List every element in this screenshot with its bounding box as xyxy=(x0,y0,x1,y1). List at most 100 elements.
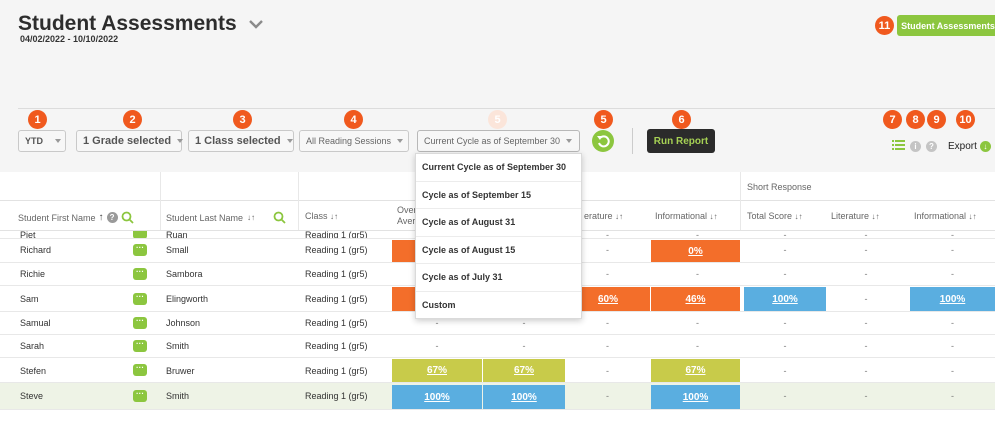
table-row[interactable]: Stefen ··· Bruwer Reading 1 (gr5) 67% 67… xyxy=(0,358,995,383)
group-header-short-response: Short Response xyxy=(747,182,812,192)
overall-score[interactable]: 100% xyxy=(392,385,482,409)
more-icon[interactable]: ··· xyxy=(133,364,147,376)
last-name: Johnson xyxy=(166,318,201,328)
caret-down-icon xyxy=(397,139,404,143)
badge-4: 4 xyxy=(344,110,363,129)
col-last-name-label: Student Last Name xyxy=(166,212,244,223)
period-dropdown-label: YTD xyxy=(25,136,43,146)
overall-value: - xyxy=(522,341,526,351)
run-report-button[interactable]: Run Report xyxy=(647,129,715,153)
grade-dropdown-label: 1 Grade selected xyxy=(83,135,172,147)
menu-item[interactable]: Cycle as of July 31 xyxy=(416,264,581,292)
last-name: Bruwer xyxy=(166,365,195,376)
info-icon[interactable]: i xyxy=(910,140,921,152)
student-assessments-button[interactable]: Student Assessments xyxy=(897,15,995,36)
more-icon[interactable]: ··· xyxy=(133,293,147,305)
caret-down-icon xyxy=(177,139,184,143)
cycle-dropdown[interactable]: Current Cycle as of September 30 xyxy=(417,130,580,152)
col-sr-informational-label: Informational xyxy=(914,211,967,221)
total-score-value: - xyxy=(783,341,787,351)
overall-value: - xyxy=(435,341,439,351)
more-icon[interactable]: ··· xyxy=(133,244,147,256)
informational-value: - xyxy=(696,318,699,328)
class-dropdown[interactable]: 1 Class selected xyxy=(188,130,294,152)
badge-6: 6 xyxy=(672,110,691,129)
reset-button[interactable] xyxy=(592,130,614,152)
date-range: 04/02/2022 - 10/10/2022 xyxy=(20,34,119,44)
last-name: Sambora xyxy=(166,269,203,279)
menu-item[interactable]: Custom xyxy=(416,292,581,320)
caret-down-icon xyxy=(55,139,61,143)
sessions-dropdown-label: All Reading Sessions xyxy=(306,136,392,146)
col-first-name[interactable]: Student First Name ↑ ? xyxy=(18,211,134,224)
col-sr-literature[interactable]: Literature ↓↑ xyxy=(831,211,880,221)
export-button[interactable]: Export ↓ xyxy=(948,140,991,152)
overall-score[interactable]: 100% xyxy=(483,385,565,409)
page-title[interactable]: Student Assessments xyxy=(18,12,264,36)
class-name: Reading 1 (gr5) xyxy=(305,269,368,279)
col-class[interactable]: Class ↓↑ xyxy=(305,211,338,221)
badge-9: 8 xyxy=(906,110,925,129)
col-literature[interactable]: erature ↓↑ xyxy=(584,211,623,221)
search-icon[interactable] xyxy=(273,211,286,224)
informational-value: - xyxy=(696,341,699,351)
more-icon[interactable]: ··· xyxy=(133,231,147,238)
chevron-down-icon[interactable] xyxy=(248,12,264,36)
cycle-dropdown-label: Current Cycle as of September 30 xyxy=(424,136,561,146)
menu-item[interactable]: Cycle as of August 15 xyxy=(416,237,581,264)
informational-value: - xyxy=(696,231,699,239)
table-row[interactable]: Steve ··· Smith Reading 1 (gr5) 100% 100… xyxy=(0,383,995,410)
more-icon[interactable]: ··· xyxy=(133,340,147,352)
more-icon[interactable]: ··· xyxy=(133,317,147,329)
total-score-value: - xyxy=(783,245,787,255)
menu-item[interactable]: Current Cycle as of September 30 xyxy=(416,154,581,182)
sr-informational-score[interactable]: 100% xyxy=(910,287,995,311)
badge-5-faded: 5 xyxy=(488,110,507,129)
help-icon[interactable]: ? xyxy=(926,140,937,152)
informational-score[interactable]: 46% xyxy=(651,287,740,311)
col-total-score[interactable]: Total Score ↓↑ xyxy=(747,211,803,221)
col-overall[interactable]: Over Aver xyxy=(397,205,417,227)
informational-score[interactable]: 0% xyxy=(651,240,740,262)
badge-2: 2 xyxy=(123,110,142,129)
sr-literature-value: - xyxy=(864,245,868,255)
sr-literature-value: - xyxy=(864,231,868,239)
list-icon[interactable] xyxy=(892,137,905,155)
sort-icon[interactable]: ↓↑ xyxy=(247,213,255,222)
informational-score[interactable]: 67% xyxy=(651,359,740,382)
menu-item[interactable]: Cycle as of August 31 xyxy=(416,209,581,237)
col-informational[interactable]: Informational ↓↑ xyxy=(655,211,718,221)
class-name: Reading 1 (gr5) xyxy=(305,365,368,376)
more-icon[interactable]: ··· xyxy=(133,390,147,402)
col-last-name[interactable]: Student Last Name ↓↑ xyxy=(166,211,286,224)
search-icon[interactable] xyxy=(121,211,134,224)
class-name: Reading 1 (gr5) xyxy=(305,341,368,351)
sr-literature-value: - xyxy=(864,391,868,401)
more-icon[interactable]: ··· xyxy=(133,268,147,280)
divider xyxy=(18,108,995,109)
informational-score[interactable]: 100% xyxy=(651,385,740,409)
period-dropdown[interactable]: YTD xyxy=(18,130,66,152)
first-name: Steve xyxy=(20,391,44,401)
sr-informational-value: - xyxy=(951,365,954,376)
badge-8: 7 xyxy=(883,110,902,129)
table-row[interactable]: Sarah ··· Smith Reading 1 (gr5) - - - - … xyxy=(0,335,995,358)
sessions-dropdown[interactable]: All Reading Sessions xyxy=(299,130,409,152)
overall-score[interactable]: 67% xyxy=(392,359,482,382)
total-score[interactable]: 100% xyxy=(744,287,826,311)
col-total-score-label: Total Score xyxy=(747,211,793,221)
col-sr-informational[interactable]: Informational ↓↑ xyxy=(914,211,977,221)
grade-dropdown[interactable]: 1 Grade selected xyxy=(76,130,184,152)
col-literature-label: erature xyxy=(584,211,613,221)
overall-score[interactable]: 67% xyxy=(483,359,565,382)
informational-value: - xyxy=(696,269,699,279)
class-name: Reading 1 (gr5) xyxy=(305,391,368,401)
literature-value: - xyxy=(606,341,609,351)
sr-literature-value: - xyxy=(864,318,868,328)
sort-asc-icon[interactable]: ↑ xyxy=(99,212,104,223)
first-name: Samual xyxy=(20,318,51,328)
help-icon[interactable]: ? xyxy=(106,212,118,223)
menu-item[interactable]: Cycle as of September 15 xyxy=(416,182,581,209)
col-informational-label: Informational xyxy=(655,211,708,221)
first-name: Richard xyxy=(20,245,52,255)
